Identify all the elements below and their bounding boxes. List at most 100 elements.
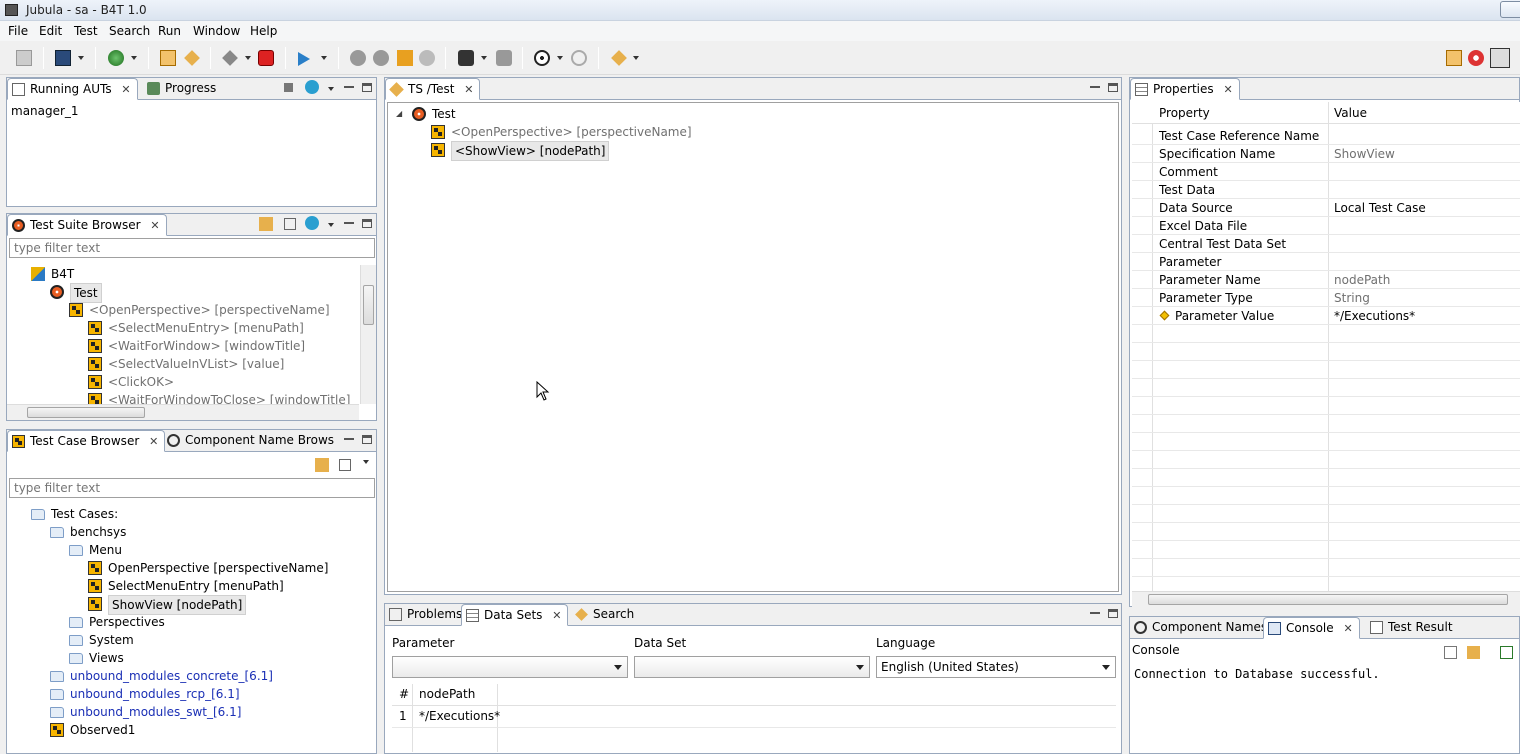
property-row[interactable] [1132,523,1520,541]
run-icon[interactable] [305,80,319,94]
property-value[interactable]: Local Test Case [1334,199,1426,217]
horizontal-scrollbar[interactable] [7,404,359,420]
view-menu-icon[interactable] [363,460,369,464]
tab-progress[interactable]: Progress [143,78,222,100]
tab-running-auts[interactable]: Running AUTs ✕ [7,78,138,100]
menu-edit[interactable]: Edit [39,24,62,38]
tab-properties[interactable]: Properties ✕ [1130,78,1240,100]
tab-component-name-browser[interactable]: Component Name Brows [163,430,340,452]
vertical-scrollbar[interactable] [360,265,376,404]
tab-search[interactable]: Search [571,604,640,626]
expand-icon[interactable]: ◢ [396,105,402,123]
property-row[interactable] [1132,541,1520,559]
chevron-down-icon[interactable] [245,56,251,60]
table-row[interactable]: 1 */Executions* [392,706,1116,728]
chevron-down-icon[interactable] [328,223,334,227]
stop-icon[interactable] [373,50,389,66]
property-row[interactable] [1132,505,1520,523]
minimize-icon[interactable] [344,435,354,440]
chevron-down-icon[interactable] [78,56,84,60]
property-row[interactable]: Central Test Data Set [1132,235,1520,253]
maximize-icon[interactable] [362,83,372,92]
maximize-icon[interactable] [1108,609,1118,618]
property-row[interactable] [1132,451,1520,469]
property-row[interactable] [1132,379,1520,397]
menu-file[interactable]: File [8,24,28,38]
property-row[interactable] [1132,415,1520,433]
record-icon[interactable] [419,50,435,66]
chevron-down-icon[interactable] [328,87,334,91]
parameter-select[interactable] [392,656,628,678]
property-value[interactable]: */Executions* [1334,307,1415,325]
stop-aut-icon[interactable] [258,50,274,66]
tab-console[interactable]: Console ✕ [1263,617,1360,639]
launch-icon[interactable] [611,50,627,66]
open-console-icon[interactable] [1500,646,1513,659]
tab-data-sets[interactable]: Data Sets ✕ [461,604,569,626]
run-icon[interactable] [298,52,310,66]
minimize-icon[interactable] [1090,609,1100,614]
column-header-nodepath[interactable]: nodePath [419,687,475,701]
property-row[interactable] [1132,361,1520,379]
scroll-lock-icon[interactable] [1467,646,1480,659]
link-with-editor-icon[interactable] [259,217,273,231]
property-row[interactable]: Comment [1132,163,1520,181]
menu-window[interactable]: Window [193,24,240,38]
object-mapping-icon[interactable] [458,50,474,66]
tab-test-suite-browser[interactable]: Test Suite Browser ✕ [7,214,167,236]
scrollbar-thumb[interactable] [1148,594,1508,605]
open-perspective-icon[interactable] [1446,50,1462,66]
menu-help[interactable]: Help [250,24,277,38]
property-row[interactable] [1132,433,1520,451]
chevron-down-icon[interactable] [321,56,327,60]
maximize-icon[interactable] [1108,83,1118,92]
close-icon[interactable]: ✕ [149,435,158,448]
property-row[interactable]: Test Case Reference Name [1132,127,1520,145]
property-row[interactable] [1132,397,1520,415]
close-icon[interactable]: ✕ [121,83,130,96]
open-test-suite-icon[interactable] [160,50,176,66]
run-icon[interactable] [305,216,319,230]
connect-icon[interactable] [108,50,124,66]
property-row[interactable]: Parameter [1132,253,1520,271]
list-item[interactable]: manager_1 [11,102,79,120]
data-set-select[interactable] [634,656,870,678]
property-row[interactable]: Test Data [1132,181,1520,199]
collapse-all-icon[interactable] [339,459,351,471]
chevron-down-icon[interactable] [633,56,639,60]
target-disabled-icon[interactable] [571,50,587,66]
property-row[interactable] [1132,487,1520,505]
save-all-icon[interactable] [55,50,71,66]
tab-test-case-browser[interactable]: Test Case Browser ✕ [7,430,166,452]
close-icon[interactable]: ✕ [1343,622,1352,635]
pause-icon[interactable] [350,50,366,66]
start-aut-icon[interactable] [222,50,238,66]
maximize-icon[interactable] [362,219,372,228]
chevron-down-icon[interactable] [131,56,137,60]
test-suite-filter-input[interactable] [9,238,375,258]
close-icon[interactable]: ✕ [150,219,159,232]
maximize-icon[interactable] [362,435,372,444]
property-row[interactable]: Specification Name ShowView [1132,145,1520,163]
close-icon[interactable]: ✕ [1223,83,1232,96]
close-icon[interactable]: ✕ [464,83,473,96]
scrollbar-thumb[interactable] [363,285,374,325]
scrollbar-thumb[interactable] [27,407,145,418]
spec-perspective-icon[interactable] [1490,48,1510,68]
link-with-editor-icon[interactable] [315,458,329,472]
target-icon[interactable] [534,50,550,66]
property-row[interactable] [1132,559,1520,577]
language-select[interactable]: English (United States) [876,656,1116,678]
column-header-index[interactable]: # [399,687,409,701]
property-value[interactable]: String [1334,289,1370,307]
property-row[interactable]: Parameter Type String [1132,289,1520,307]
cell-nodepath[interactable]: */Executions* [419,709,500,723]
chevron-down-icon[interactable] [481,56,487,60]
menu-test[interactable]: Test [74,24,98,38]
property-value[interactable]: nodePath [1334,271,1390,289]
column-header-value[interactable]: Value [1334,106,1367,120]
window-control-button[interactable] [1500,1,1520,18]
tab-component-names[interactable]: Component Names [1130,617,1273,639]
property-row[interactable]: Parameter Value */Executions* [1132,307,1520,325]
horizontal-scrollbar[interactable] [1132,591,1520,607]
